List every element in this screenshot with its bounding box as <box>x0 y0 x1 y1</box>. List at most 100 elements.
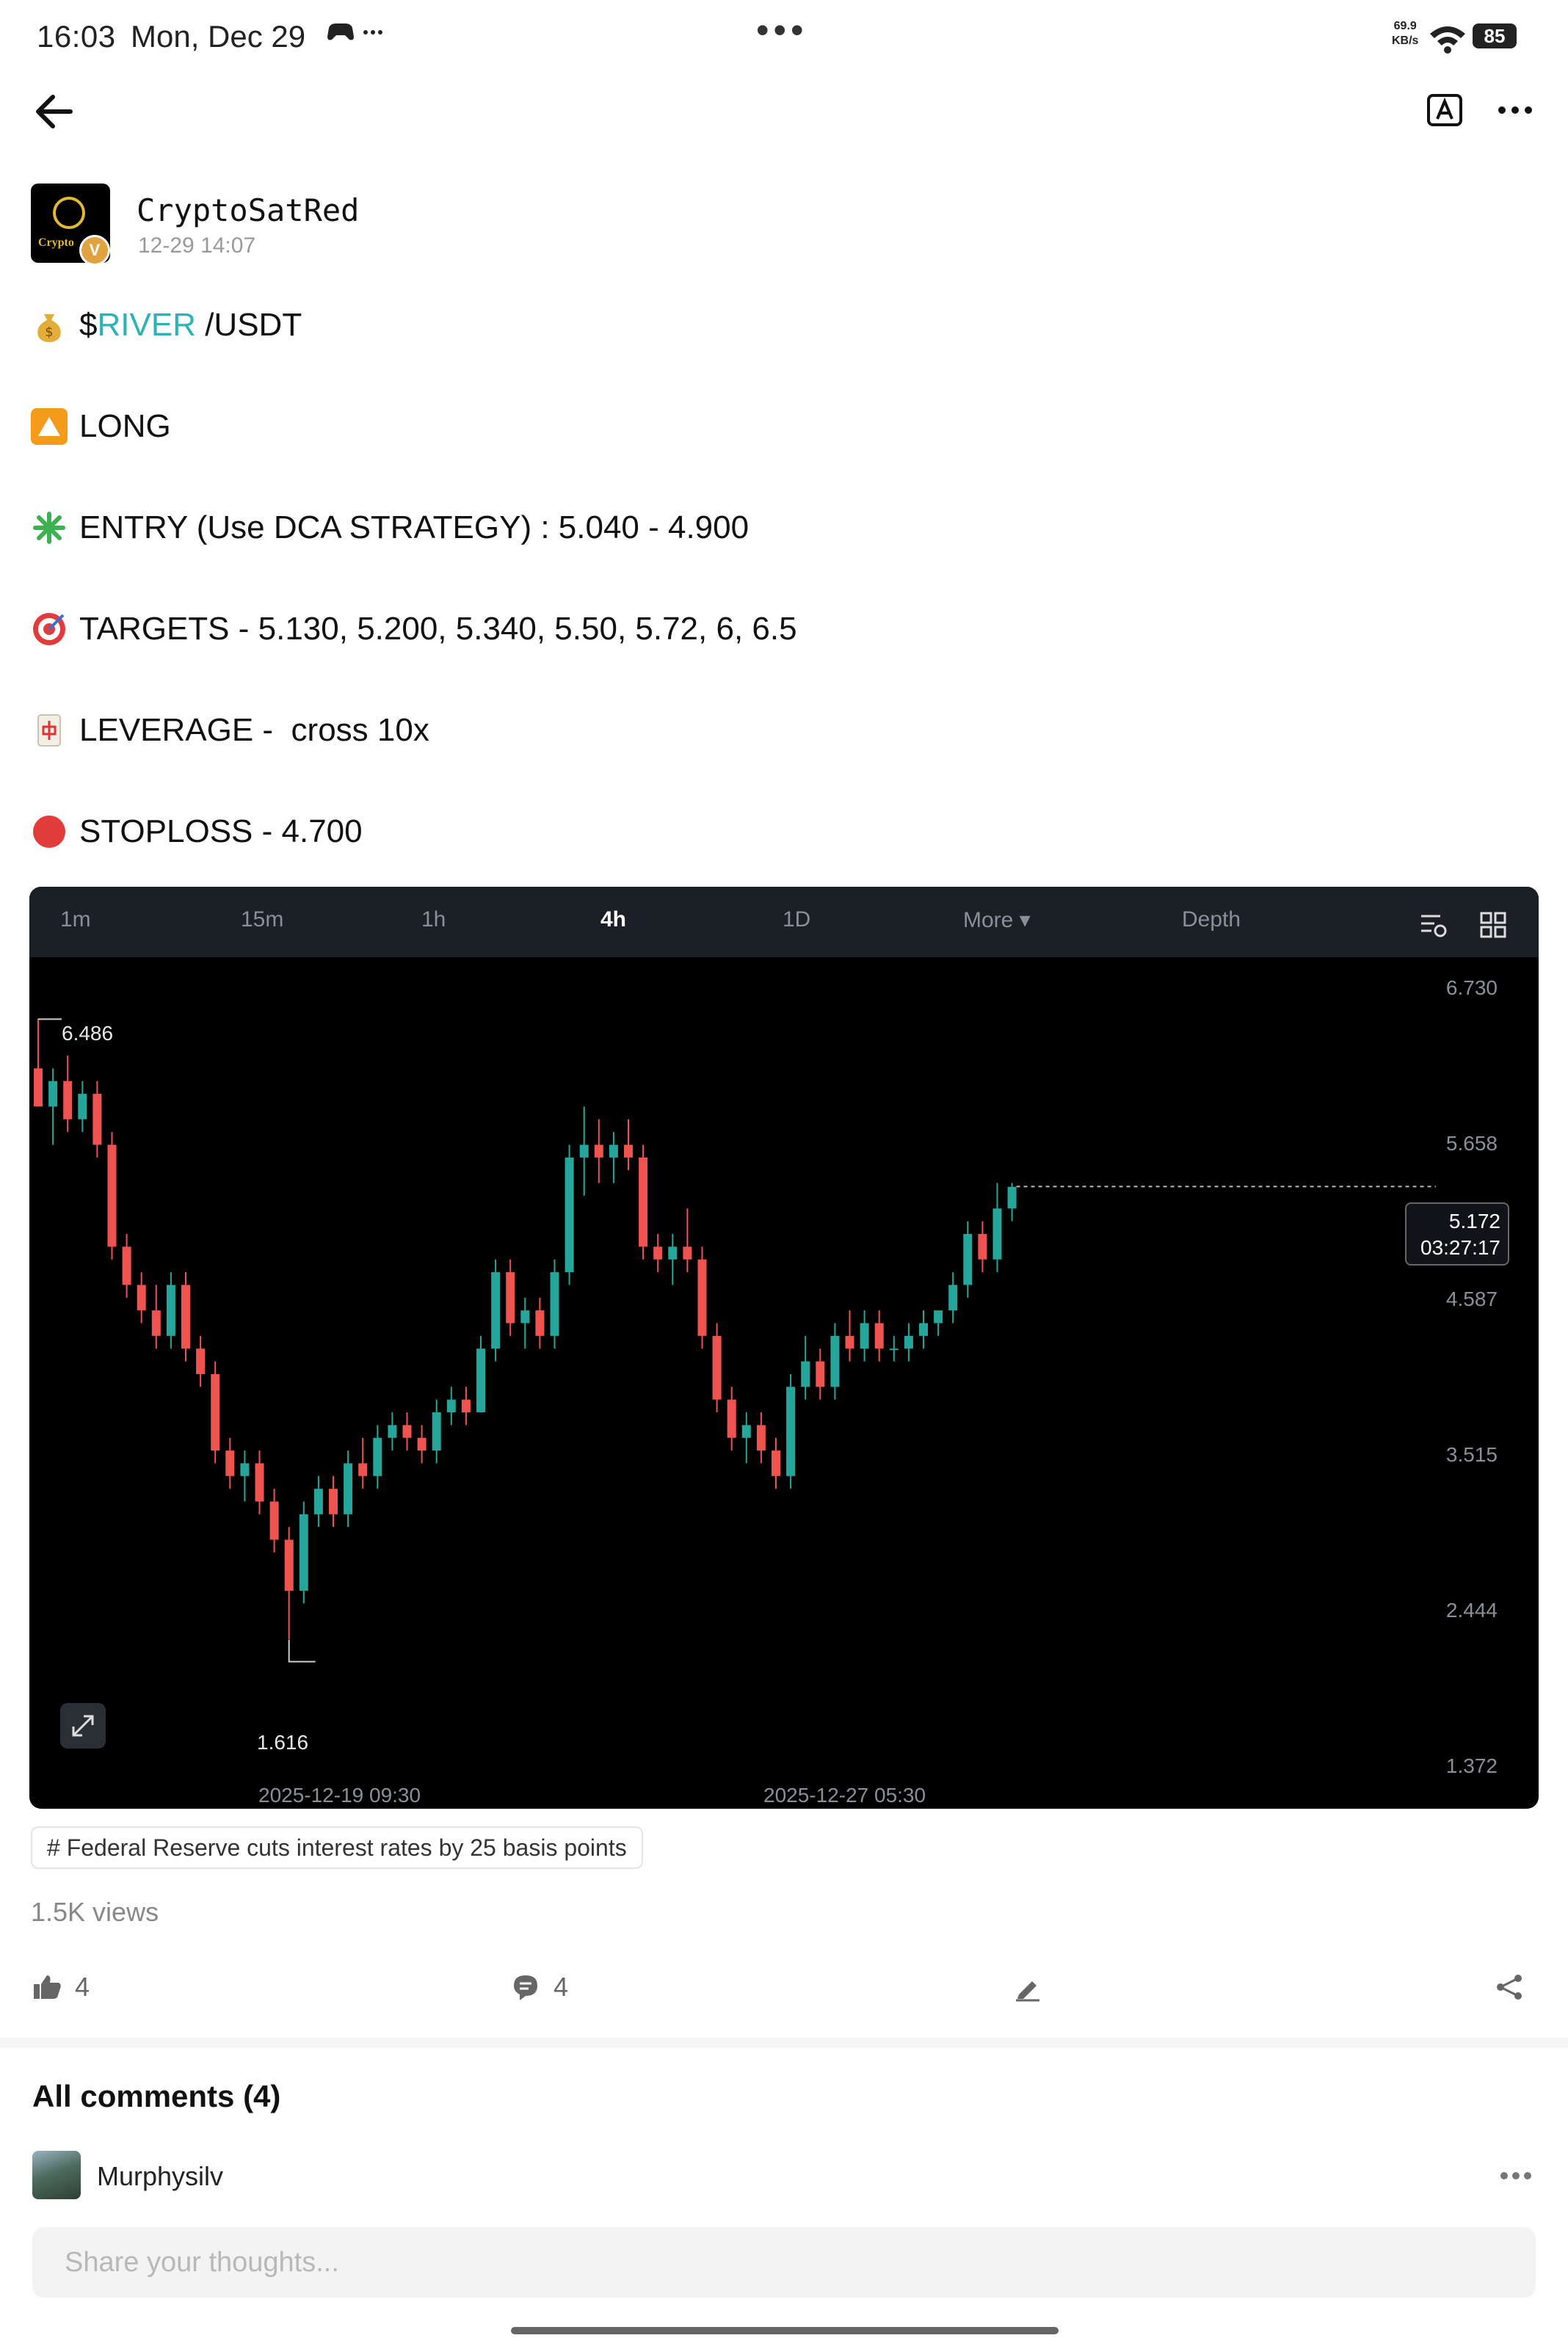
candle <box>225 1437 235 1489</box>
author-name[interactable]: CryptoSatRed <box>137 192 359 228</box>
tab-4h[interactable]: 4h <box>600 907 626 932</box>
current-price-tag: 5.172 03:27:17 <box>1405 1202 1509 1266</box>
candle <box>934 1310 943 1336</box>
candle-countdown: 03:27:17 <box>1420 1236 1500 1259</box>
grid-layout-icon[interactable] <box>1478 910 1508 940</box>
candle <box>432 1399 441 1464</box>
candle <box>816 1348 825 1400</box>
tab-1d[interactable]: 1D <box>783 907 810 932</box>
comment-more-icon[interactable] <box>1498 2161 1534 2190</box>
hashtag-chip[interactable]: # Federal Reserve cuts interest rates by… <box>31 1826 643 1869</box>
candle <box>78 1081 87 1133</box>
candle <box>594 1119 603 1183</box>
x-tick-label: 2025-12-27 05:30 <box>763 1784 926 1807</box>
expand-icon <box>72 1715 94 1737</box>
candle <box>830 1323 840 1400</box>
high-price-label: 6.486 <box>62 1022 114 1045</box>
tab-15m[interactable]: 15m <box>241 907 283 932</box>
home-indicator[interactable] <box>511 2327 1059 2334</box>
candle <box>313 1475 323 1528</box>
candle <box>801 1335 810 1400</box>
avatar-text: Crypto <box>38 236 74 249</box>
post-entry-line: ENTRY (Use DCA STRATEGY) : 5.040 - 4.900 <box>31 509 749 546</box>
post-direction-line: LONG <box>31 408 171 445</box>
post-pair-line: $ $ RIVER /USDT <box>31 307 302 344</box>
candle <box>772 1437 780 1489</box>
commenter-avatar[interactable] <box>32 2151 81 2199</box>
candle <box>992 1183 1002 1273</box>
y-tick-label: 2.444 <box>1445 1599 1498 1622</box>
bitcoin-logo-icon <box>53 197 85 229</box>
candle <box>181 1272 190 1362</box>
candle <box>34 1018 43 1107</box>
pair-prefix: $ <box>79 307 98 343</box>
hashtag-text: Federal Reserve cuts interest rates by 2… <box>66 1834 627 1861</box>
candle <box>255 1451 264 1514</box>
y-tick-label: 1.372 <box>1445 1754 1498 1777</box>
like-button[interactable]: 4 <box>32 1969 90 2005</box>
candle <box>639 1144 648 1260</box>
share-button[interactable] <box>1495 1969 1537 2005</box>
candle <box>196 1335 206 1387</box>
up-triangle-icon <box>31 408 68 445</box>
y-tick-label: 5.658 <box>1445 1132 1498 1155</box>
candle <box>579 1106 589 1196</box>
commenter-name[interactable]: Murphysilv <box>97 2161 223 2192</box>
candle <box>786 1373 796 1489</box>
candle <box>1007 1183 1017 1221</box>
status-time: 16:03 <box>37 19 116 54</box>
status-bar: 16:03 Mon, Dec 29 ••• 69.9 KB/s 85 <box>0 0 1568 73</box>
post-timestamp: 12-29 14:07 <box>138 233 256 258</box>
chart-card: 1m 15m 1h 4h 1D More ▾ Depth <box>29 887 1539 1809</box>
battery-indicator: 85 <box>1473 23 1517 48</box>
tab-depth[interactable]: Depth <box>1182 907 1241 932</box>
candle <box>668 1233 678 1285</box>
candle <box>476 1335 485 1412</box>
candle <box>402 1412 412 1451</box>
verified-badge: V <box>79 235 110 266</box>
candle <box>329 1475 338 1528</box>
back-arrow-icon[interactable] <box>32 90 76 134</box>
candle <box>446 1387 456 1426</box>
candle <box>491 1259 501 1362</box>
indicator-settings-icon[interactable] <box>1418 910 1448 940</box>
candle <box>63 1055 73 1133</box>
multitask-dots-icon[interactable]: ••• <box>756 9 808 51</box>
candle <box>211 1361 220 1464</box>
tab-1m[interactable]: 1m <box>60 907 91 932</box>
low-price-label: 1.616 <box>257 1731 309 1754</box>
expand-chart-button[interactable] <box>60 1703 106 1749</box>
more-icon[interactable] <box>1495 90 1536 131</box>
comments-heading: All comments (4) <box>32 2079 281 2113</box>
ticker-link[interactable]: RIVER <box>97 307 195 344</box>
mahjong-tile-icon <box>31 712 68 749</box>
candle <box>358 1437 368 1489</box>
post-stoploss-line: STOPLOSS - 4.700 <box>31 813 363 850</box>
candle <box>904 1323 913 1362</box>
candle <box>919 1310 928 1349</box>
candle <box>344 1451 353 1528</box>
current-price-value: 5.172 <box>1448 1210 1500 1232</box>
tab-more[interactable]: More ▾ <box>963 907 1031 933</box>
tab-1h[interactable]: 1h <box>421 907 446 932</box>
candle <box>741 1412 751 1464</box>
share-icon <box>1497 1975 1522 2000</box>
comment-input[interactable] <box>32 2227 1536 2298</box>
candle <box>609 1132 618 1183</box>
network-speed: 69.9 KB/s <box>1392 20 1419 47</box>
like-count: 4 <box>75 1972 90 2002</box>
candle <box>417 1425 427 1464</box>
candle <box>712 1323 722 1412</box>
leverage-text: LEVERAGE - cross 10x <box>79 712 429 748</box>
translate-icon[interactable] <box>1424 90 1465 131</box>
quote-button[interactable] <box>1013 1969 1056 2005</box>
comment-button[interactable]: 4 <box>511 1969 568 2005</box>
candle <box>373 1425 382 1489</box>
candle <box>565 1144 574 1285</box>
stoploss-text: STOPLOSS - 4.700 <box>79 813 363 849</box>
sparkle-icon <box>31 509 68 546</box>
candlestick-chart[interactable] <box>29 957 1539 1809</box>
low-leader-line <box>288 1639 316 1663</box>
candle <box>107 1132 117 1260</box>
hashtag-symbol: # <box>47 1834 60 1861</box>
